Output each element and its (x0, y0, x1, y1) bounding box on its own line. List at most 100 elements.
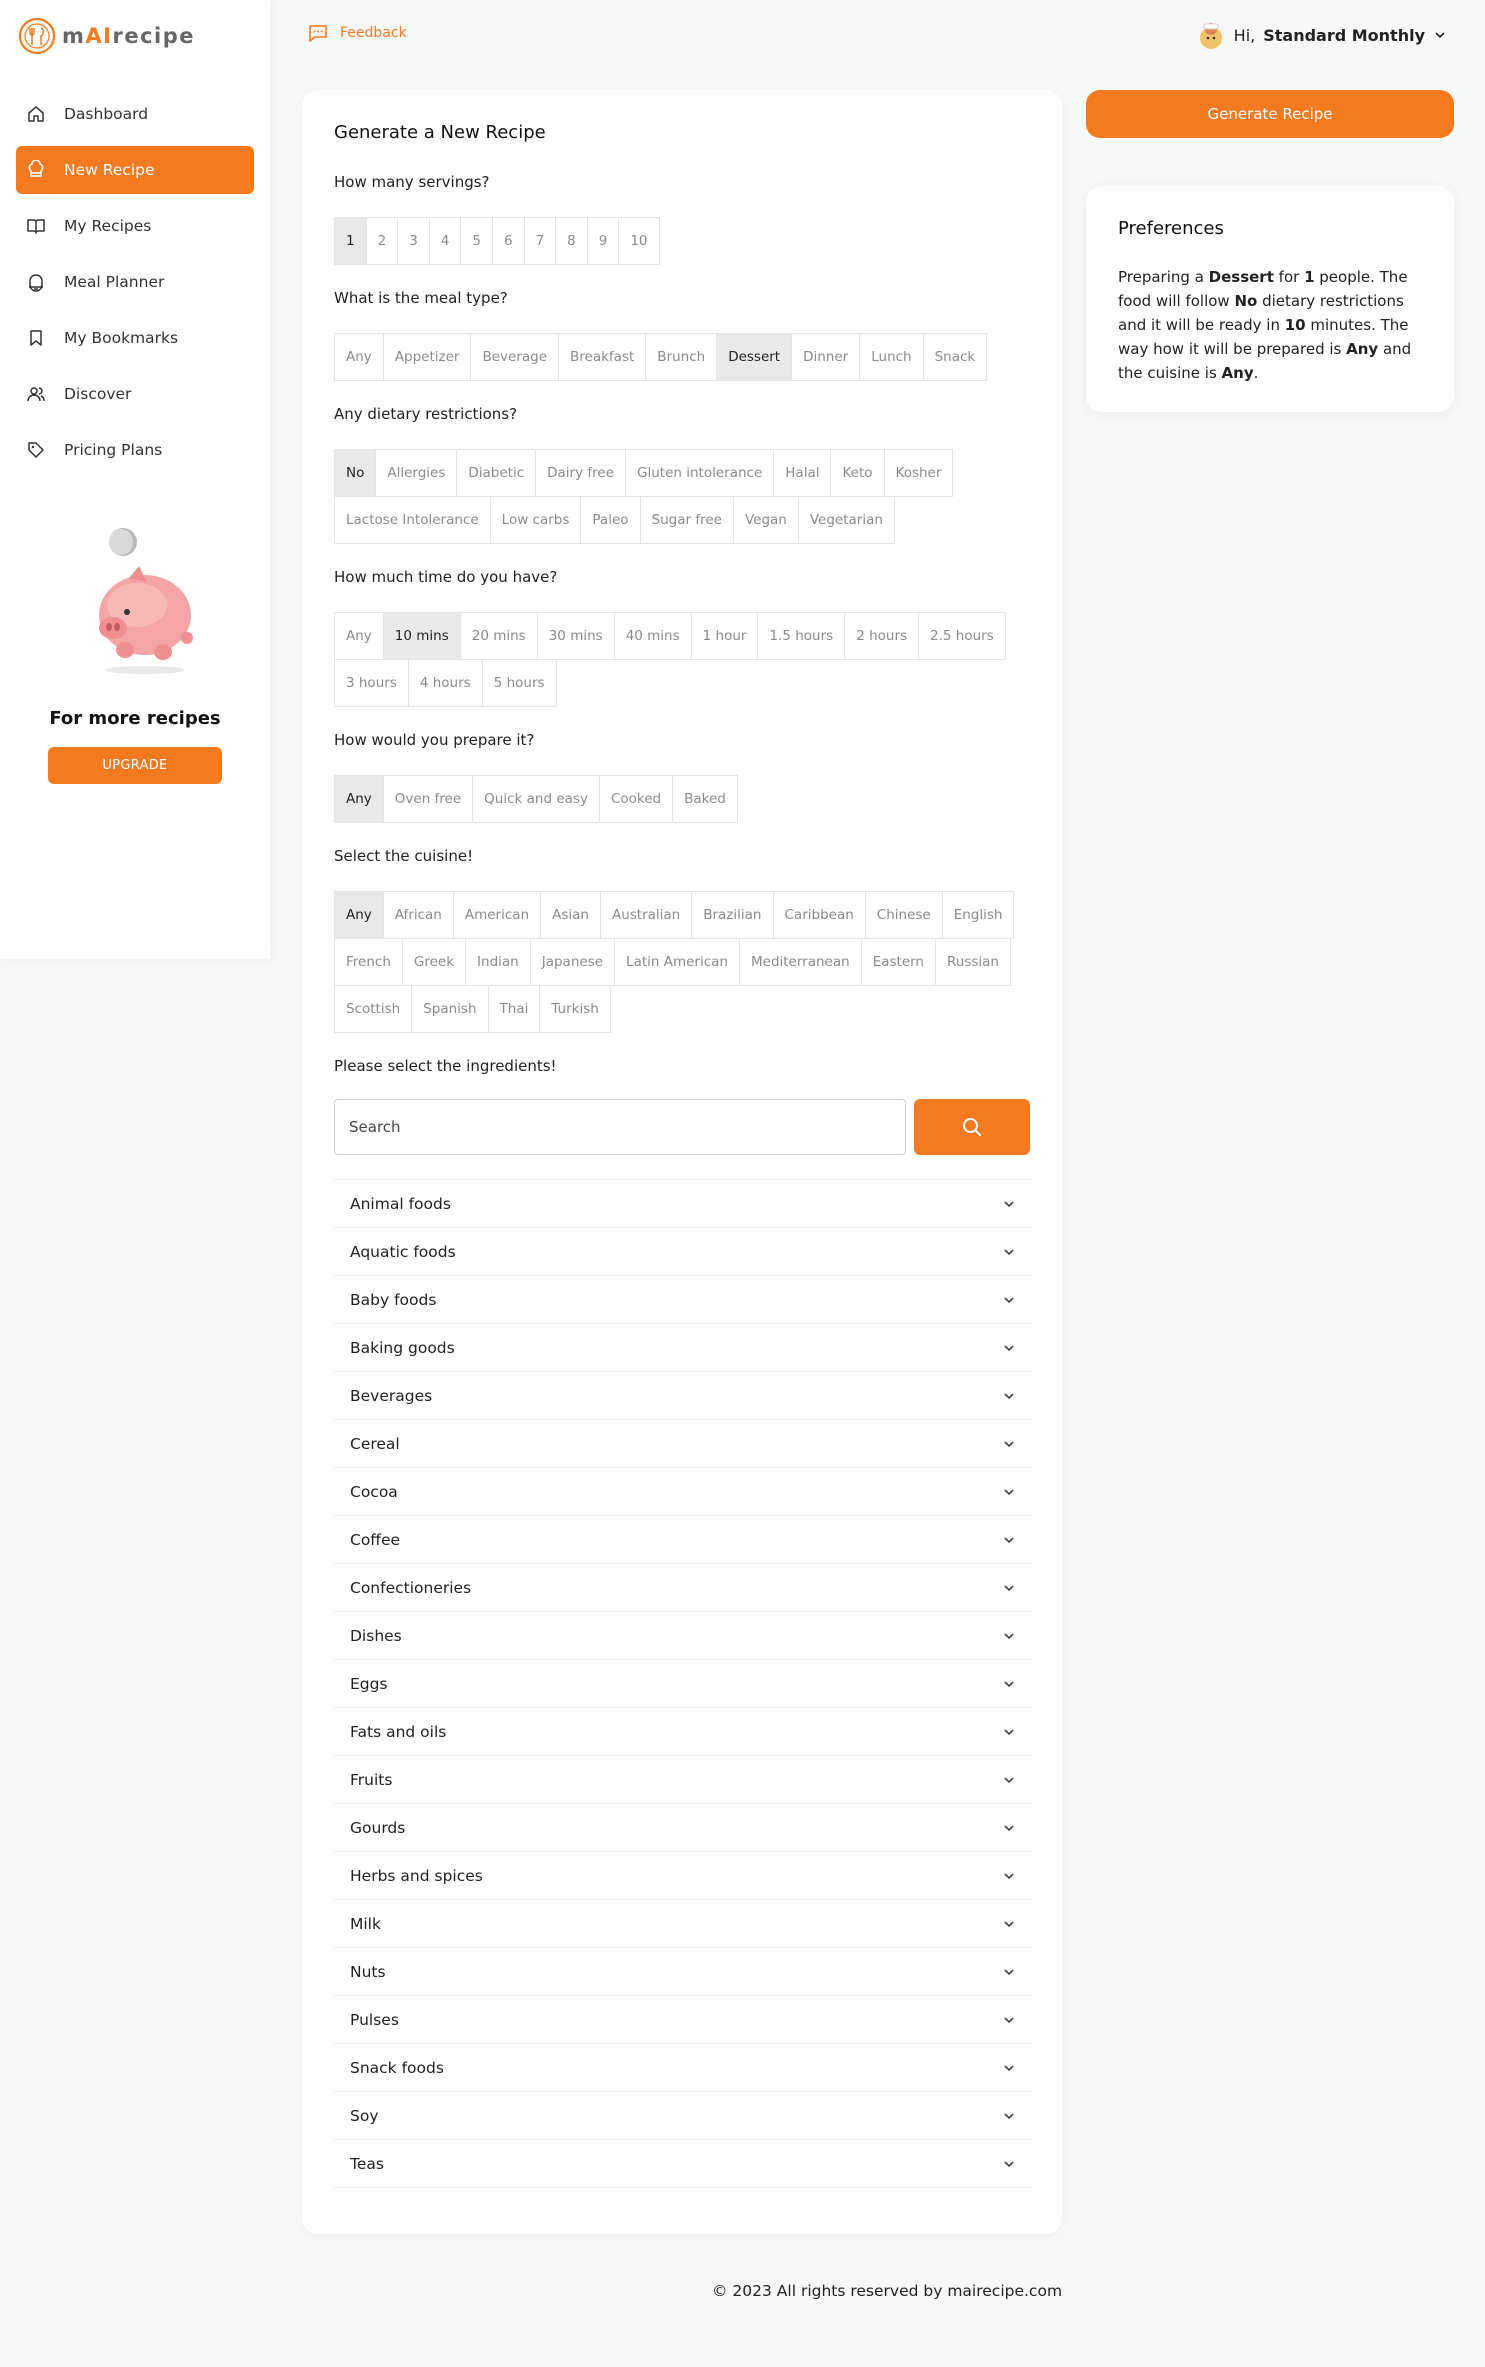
ingredient-category[interactable]: Nuts (334, 1948, 1032, 1996)
diet-option[interactable]: Vegetarian (797, 496, 895, 544)
diet-option[interactable]: Lactose Intolerance (334, 496, 491, 544)
ingredient-category[interactable]: Cocoa (334, 1468, 1032, 1516)
ingredient-category[interactable]: Gourds (334, 1804, 1032, 1852)
sidebar-item-discover[interactable]: Discover (16, 370, 254, 418)
prep-option[interactable]: Baked (672, 775, 738, 823)
diet-option[interactable]: Diabetic (456, 449, 537, 497)
diet-option[interactable]: Sugar free (639, 496, 734, 544)
diet-option[interactable]: Halal (773, 449, 832, 497)
generate-recipe-button[interactable]: Generate Recipe (1086, 90, 1454, 138)
sidebar-item-my-recipes[interactable]: My Recipes (16, 202, 254, 250)
ingredient-category[interactable]: Baking goods (334, 1324, 1032, 1372)
ingredient-category[interactable]: Beverages (334, 1372, 1032, 1420)
ingredient-category[interactable]: Milk (334, 1900, 1032, 1948)
ingredient-category[interactable]: Teas (334, 2140, 1032, 2188)
servings-option[interactable]: 10 (618, 217, 660, 265)
ingredient-category[interactable]: Dishes (334, 1612, 1032, 1660)
time-option[interactable]: 30 mins (536, 612, 615, 660)
ingredient-category[interactable]: Fats and oils (334, 1708, 1032, 1756)
time-option[interactable]: 2 hours (844, 612, 920, 660)
time-option[interactable]: 10 mins (382, 612, 461, 660)
cuisine-option[interactable]: American (452, 891, 542, 939)
meal-type-option[interactable]: Any (334, 333, 384, 381)
meal-type-option[interactable]: Brunch (645, 333, 718, 381)
sidebar-item-new-recipe[interactable]: New Recipe (16, 146, 254, 194)
diet-option[interactable]: Vegan (732, 496, 799, 544)
ingredient-category[interactable]: Aquatic foods (334, 1228, 1032, 1276)
time-option[interactable]: 3 hours (334, 659, 409, 707)
sidebar-item-dashboard[interactable]: Dashboard (16, 90, 254, 138)
search-button[interactable] (914, 1099, 1030, 1155)
ingredient-category[interactable]: Herbs and spices (334, 1852, 1032, 1900)
cuisine-option[interactable]: Brazilian (691, 891, 774, 939)
ingredient-category[interactable]: Soy (334, 2092, 1032, 2140)
meal-type-option[interactable]: Dessert (716, 333, 793, 381)
cuisine-option[interactable]: Greek (401, 938, 467, 986)
meal-type-option[interactable]: Beverage (470, 333, 560, 381)
meal-type-option[interactable]: Breakfast (558, 333, 647, 381)
cuisine-option[interactable]: Australian (599, 891, 693, 939)
prep-option[interactable]: Any (334, 775, 384, 823)
prep-option[interactable]: Cooked (598, 775, 674, 823)
ingredient-category[interactable]: Confectioneries (334, 1564, 1032, 1612)
cuisine-option[interactable]: Turkish (539, 985, 611, 1033)
time-option[interactable]: 20 mins (459, 612, 538, 660)
servings-option[interactable]: 1 (334, 217, 367, 265)
diet-option[interactable]: Paleo (580, 496, 641, 544)
cuisine-option[interactable]: Indian (465, 938, 531, 986)
sidebar-item-my-bookmarks[interactable]: My Bookmarks (16, 314, 254, 362)
cuisine-option[interactable]: Caribbean (772, 891, 866, 939)
meal-type-option[interactable]: Appetizer (382, 333, 472, 381)
servings-option[interactable]: 7 (523, 217, 557, 265)
cuisine-option[interactable]: Japanese (529, 938, 616, 986)
upgrade-button[interactable]: UPGRADE (48, 747, 222, 784)
cuisine-option[interactable]: Russian (935, 938, 1011, 986)
cuisine-option[interactable]: African (382, 891, 454, 939)
meal-type-option[interactable]: Lunch (859, 333, 924, 381)
cuisine-option[interactable]: Thai (487, 985, 541, 1033)
servings-option[interactable]: 9 (586, 217, 620, 265)
ingredient-category[interactable]: Baby foods (334, 1276, 1032, 1324)
user-menu[interactable]: Hi, Standard Monthly (1196, 20, 1447, 50)
cuisine-option[interactable]: Latin American (614, 938, 740, 986)
servings-option[interactable]: 5 (460, 217, 493, 265)
time-option[interactable]: 4 hours (407, 659, 483, 707)
cuisine-option[interactable]: Scottish (334, 985, 413, 1033)
servings-option[interactable]: 6 (491, 217, 525, 265)
cuisine-option[interactable]: Mediterranean (738, 938, 862, 986)
servings-option[interactable]: 4 (428, 217, 462, 265)
feedback-link[interactable]: Feedback (308, 24, 407, 42)
diet-option[interactable]: Keto (830, 449, 885, 497)
time-option[interactable]: Any (334, 612, 384, 660)
prep-option[interactable]: Quick and easy (472, 775, 600, 823)
diet-option[interactable]: Low carbs (489, 496, 582, 544)
cuisine-option[interactable]: Spanish (411, 985, 489, 1033)
ingredient-category[interactable]: Snack foods (334, 2044, 1032, 2092)
cuisine-option[interactable]: Eastern (860, 938, 936, 986)
servings-option[interactable]: 8 (555, 217, 588, 265)
ingredient-category[interactable]: Animal foods (334, 1180, 1032, 1228)
ingredient-category[interactable]: Fruits (334, 1756, 1032, 1804)
ingredient-category[interactable]: Eggs (334, 1660, 1032, 1708)
diet-option[interactable]: Dairy free (535, 449, 627, 497)
ingredient-category[interactable]: Coffee (334, 1516, 1032, 1564)
time-option[interactable]: 1.5 hours (757, 612, 846, 660)
meal-type-option[interactable]: Dinner (791, 333, 861, 381)
cuisine-option[interactable]: French (334, 938, 403, 986)
ingredient-search-input[interactable] (334, 1099, 906, 1155)
servings-option[interactable]: 2 (365, 217, 399, 265)
diet-option[interactable]: Kosher (883, 449, 954, 497)
time-option[interactable]: 1 hour (690, 612, 759, 660)
servings-option[interactable]: 3 (397, 217, 430, 265)
ingredient-category[interactable]: Pulses (334, 1996, 1032, 2044)
cuisine-option[interactable]: English (941, 891, 1015, 939)
ingredient-category[interactable]: Cereal (334, 1420, 1032, 1468)
diet-option[interactable]: No (334, 449, 377, 497)
sidebar-item-meal-planner[interactable]: Meal Planner (16, 258, 254, 306)
time-option[interactable]: 2.5 hours (918, 612, 1006, 660)
diet-option[interactable]: Gluten intolerance (625, 449, 775, 497)
cuisine-option[interactable]: Asian (540, 891, 601, 939)
diet-option[interactable]: Allergies (375, 449, 458, 497)
cuisine-option[interactable]: Chinese (864, 891, 943, 939)
time-option[interactable]: 40 mins (613, 612, 692, 660)
